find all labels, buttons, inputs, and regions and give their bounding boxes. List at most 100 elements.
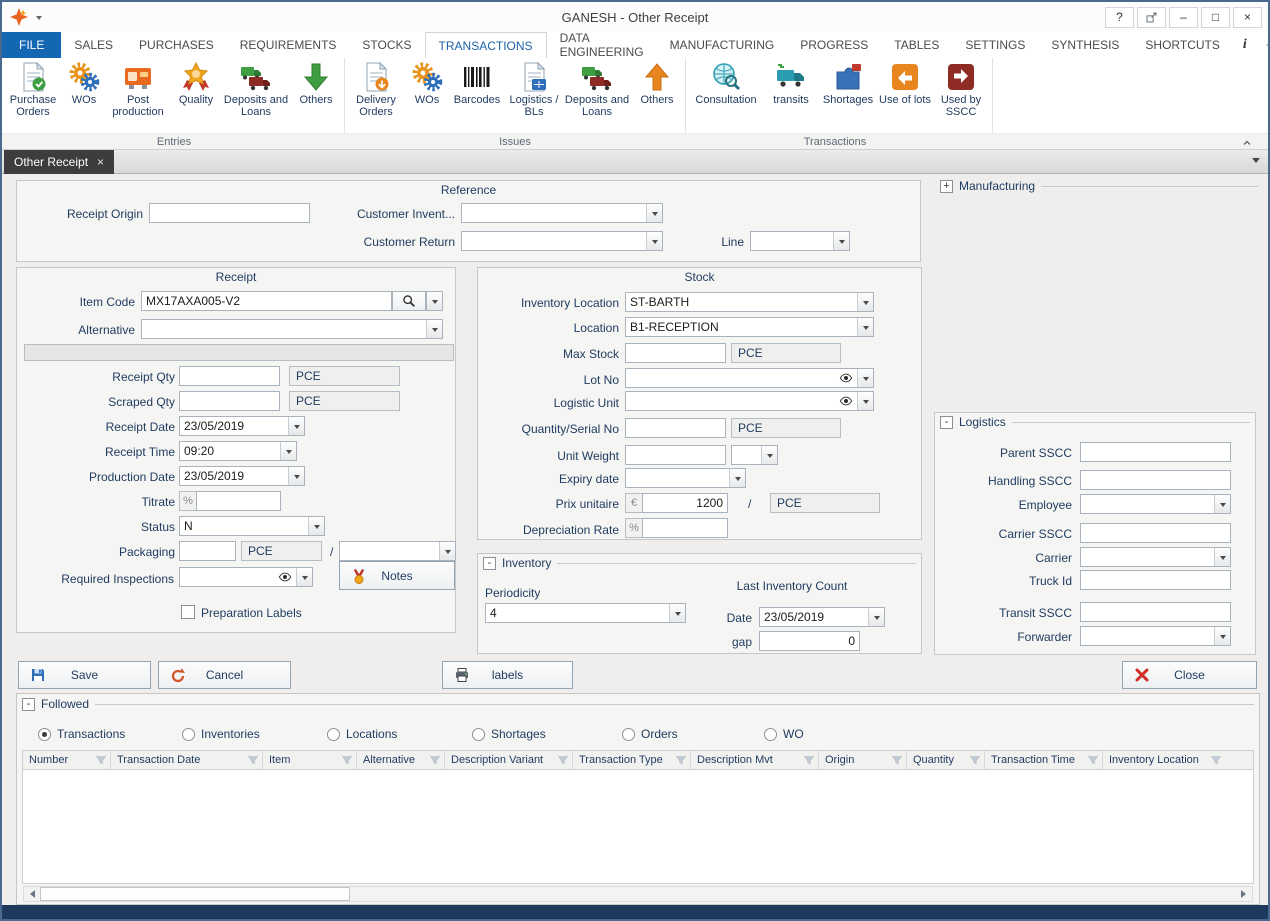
- tab-requirements[interactable]: REQUIREMENTS: [227, 32, 350, 58]
- scroll-left-arrow[interactable]: [24, 887, 40, 901]
- customer-invent-combo[interactable]: [461, 203, 663, 223]
- horizontal-scrollbar[interactable]: [23, 886, 1253, 902]
- max-stock-input[interactable]: [625, 343, 726, 363]
- eye-icon[interactable]: [273, 568, 296, 586]
- inventory-location-input[interactable]: [626, 293, 857, 311]
- forwarder-input[interactable]: [1081, 627, 1214, 645]
- packaging-input[interactable]: [179, 541, 236, 561]
- filter-orders-radio[interactable]: Orders: [622, 727, 678, 741]
- scroll-right-arrow[interactable]: [1236, 887, 1252, 901]
- scraped-qty-input[interactable]: [179, 391, 280, 411]
- filter-transactions-radio[interactable]: Transactions: [38, 727, 125, 741]
- ribbon-delivery-orders-button[interactable]: Delivery Orders: [347, 59, 405, 133]
- chevron-down-icon[interactable]: [857, 293, 873, 311]
- column-header-transaction-time[interactable]: Transaction Time: [985, 751, 1103, 769]
- chevron-down-icon[interactable]: [857, 369, 873, 387]
- eye-icon[interactable]: [834, 392, 857, 410]
- ribbon-barcodes-button[interactable]: Barcodes: [449, 59, 505, 133]
- tab-list-caret-icon[interactable]: [1252, 158, 1260, 167]
- info-icon[interactable]: i: [1233, 34, 1257, 56]
- receipt-origin-input[interactable]: [149, 203, 310, 223]
- inventory-date-combo[interactable]: [759, 607, 885, 627]
- alternative-input[interactable]: [142, 320, 426, 338]
- tab-tables[interactable]: TABLES: [881, 32, 952, 58]
- line-input[interactable]: [751, 232, 833, 250]
- ribbon-logistics-bls-button[interactable]: Logistics / BLs: [505, 59, 563, 133]
- chevron-down-icon[interactable]: [426, 320, 442, 338]
- ribbon-deposits-loans-issues-button[interactable]: Deposits and Loans: [563, 59, 631, 133]
- receipt-qty-input[interactable]: [179, 366, 280, 386]
- unit-weight-unit-input[interactable]: [732, 446, 761, 464]
- filter-shortages-radio[interactable]: Shortages: [472, 727, 546, 741]
- ribbon-purchase-orders-button[interactable]: Purchase Orders: [4, 59, 62, 133]
- lot-no-combo[interactable]: [625, 368, 874, 388]
- chevron-down-icon[interactable]: [669, 604, 685, 622]
- chevron-down-icon[interactable]: [1214, 627, 1230, 645]
- periodicity-combo[interactable]: [485, 603, 686, 623]
- quantity-serial-input[interactable]: [625, 418, 726, 438]
- tab-file[interactable]: FILE: [2, 32, 61, 58]
- collapse-toggle-icon[interactable]: -: [483, 557, 496, 570]
- minimize-button[interactable]: –: [1169, 7, 1198, 28]
- status-combo[interactable]: [179, 516, 325, 536]
- unit-weight-unit-combo[interactable]: [731, 445, 778, 465]
- tab-transactions[interactable]: TRANSACTIONS: [425, 32, 547, 58]
- collapse-toggle-icon[interactable]: -: [22, 698, 35, 711]
- chevron-down-icon[interactable]: [646, 204, 662, 222]
- ribbon-post-production-button[interactable]: Post production: [106, 59, 170, 133]
- scrollbar-track[interactable]: [350, 887, 1236, 901]
- lot-no-input[interactable]: [626, 369, 834, 387]
- inventory-location-combo[interactable]: [625, 292, 874, 312]
- receipt-time-combo[interactable]: [179, 441, 297, 461]
- chevron-down-icon[interactable]: [280, 442, 296, 460]
- chevron-down-icon[interactable]: [439, 542, 455, 560]
- chevron-down-icon[interactable]: [761, 446, 777, 464]
- item-code-dropdown-button[interactable]: [426, 291, 443, 311]
- depreciation-rate-input[interactable]: [642, 518, 728, 538]
- save-button[interactable]: Save: [18, 661, 151, 689]
- transit-sscc-input[interactable]: [1080, 602, 1231, 622]
- location-combo[interactable]: [625, 317, 874, 337]
- logistic-unit-input[interactable]: [626, 392, 834, 410]
- close-button[interactable]: Close: [1122, 661, 1257, 689]
- periodicity-input[interactable]: [486, 604, 669, 622]
- alternative-combo[interactable]: [141, 319, 443, 339]
- chevron-down-icon[interactable]: [1214, 495, 1230, 513]
- ribbon-used-by-sscc-button[interactable]: Used by SSCC: [932, 59, 990, 133]
- production-date-combo[interactable]: [179, 466, 305, 486]
- ribbon-consultation-button[interactable]: Consultation: [688, 59, 764, 133]
- tab-settings[interactable]: SETTINGS: [952, 32, 1038, 58]
- receipt-date-input[interactable]: [180, 417, 288, 435]
- tab-sales[interactable]: SALES: [61, 32, 126, 58]
- parent-sscc-input[interactable]: [1080, 442, 1231, 462]
- expand-toggle-icon[interactable]: +: [940, 180, 953, 193]
- column-header-origin[interactable]: Origin: [819, 751, 907, 769]
- receipt-time-input[interactable]: [180, 442, 280, 460]
- chevron-down-icon[interactable]: [857, 392, 873, 410]
- tab-synthesis[interactable]: SYNTHESIS: [1038, 32, 1132, 58]
- help-button[interactable]: ?: [1105, 7, 1134, 28]
- customer-return-combo[interactable]: [461, 231, 663, 251]
- unit-weight-input[interactable]: [625, 445, 726, 465]
- chevron-down-icon[interactable]: [308, 517, 324, 535]
- ribbon-wos-issues-button[interactable]: WOs: [405, 59, 449, 133]
- customer-invent-input[interactable]: [462, 204, 646, 222]
- line-combo[interactable]: [750, 231, 850, 251]
- column-header-number[interactable]: Number: [23, 751, 111, 769]
- carrier-combo[interactable]: [1080, 547, 1231, 567]
- prix-unitaire-input[interactable]: [642, 493, 728, 513]
- chevron-down-icon[interactable]: [868, 608, 884, 626]
- column-header-description-mvt[interactable]: Description Mvt: [691, 751, 819, 769]
- ribbon-wos-entries-button[interactable]: WOs: [62, 59, 106, 133]
- expiry-date-input[interactable]: [626, 469, 729, 487]
- chevron-down-icon[interactable]: [857, 318, 873, 336]
- column-header-inventory-location[interactable]: Inventory Location: [1103, 751, 1225, 769]
- ribbon-others-issues-button[interactable]: Others: [631, 59, 683, 133]
- eye-icon[interactable]: [834, 369, 857, 387]
- close-window-button[interactable]: ×: [1233, 7, 1262, 28]
- carrier-input[interactable]: [1081, 548, 1214, 566]
- handling-sscc-input[interactable]: [1080, 470, 1231, 490]
- item-code-search-button[interactable]: [392, 291, 426, 311]
- packaging-per-combo[interactable]: [339, 541, 456, 561]
- maximize-button[interactable]: □: [1201, 7, 1230, 28]
